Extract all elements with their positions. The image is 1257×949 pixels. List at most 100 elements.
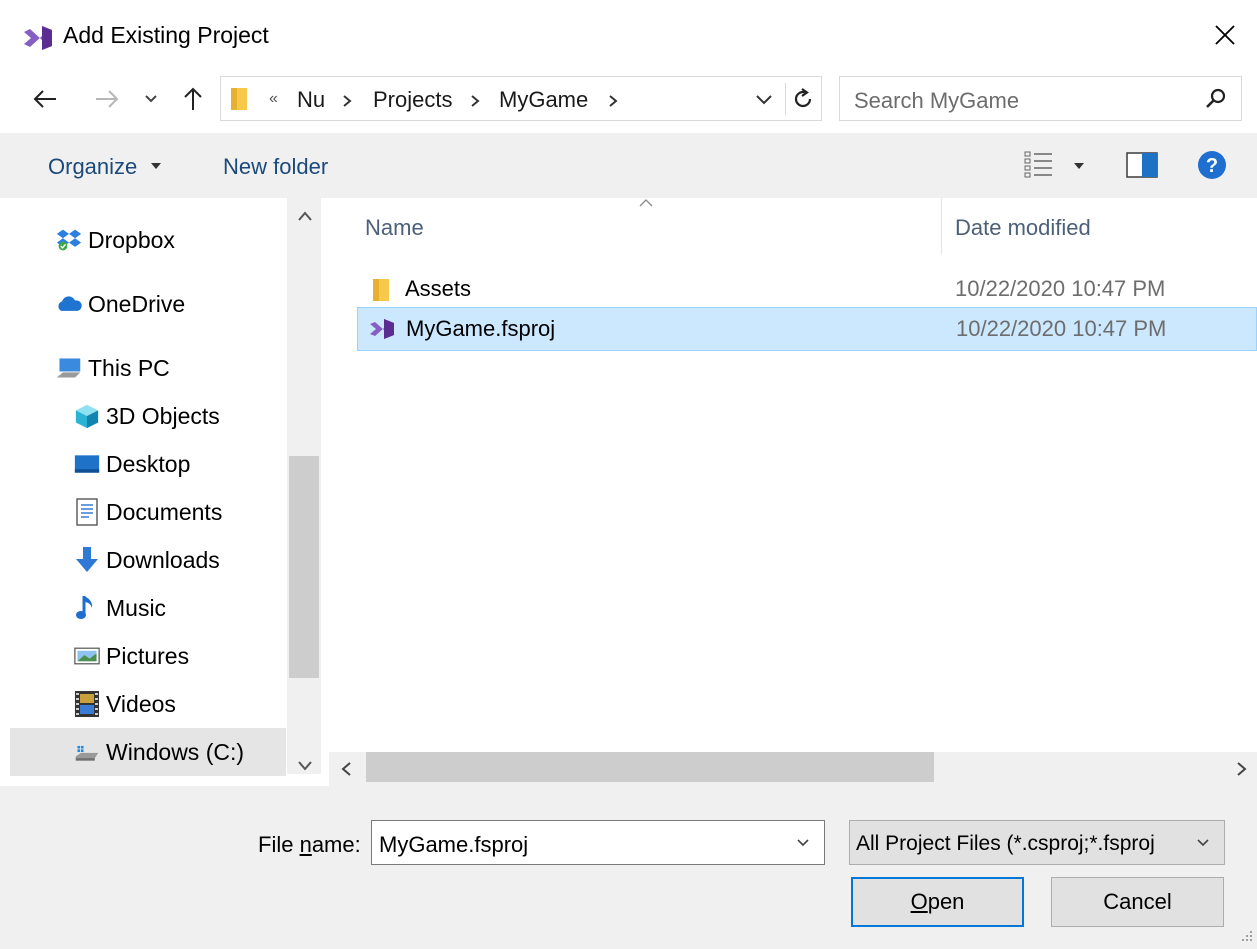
nav-label: OneDrive bbox=[88, 290, 186, 317]
file-name-label-text: File bbox=[258, 832, 300, 857]
nav-label: Dropbox bbox=[88, 226, 175, 253]
visual-studio-logo-icon bbox=[24, 26, 52, 50]
nav-item-this-pc[interactable]: This PC bbox=[56, 344, 170, 392]
visual-studio-project-icon bbox=[358, 318, 406, 340]
file-list-header bbox=[329, 198, 1257, 258]
file-date: 10/22/2020 10:47 PM bbox=[956, 316, 1167, 341]
forward-arrow-icon bbox=[96, 90, 119, 108]
organize-menu[interactable]: Organize bbox=[48, 154, 137, 180]
search-icon[interactable] bbox=[1204, 87, 1228, 111]
column-header-date-modified[interactable]: Date modified bbox=[955, 215, 1091, 241]
folder-icon bbox=[231, 88, 247, 110]
chevron-down-icon bbox=[1197, 839, 1209, 847]
new-folder-button[interactable]: New folder bbox=[223, 154, 328, 180]
scroll-down-icon[interactable] bbox=[297, 760, 313, 772]
music-icon bbox=[74, 595, 100, 621]
file-name-value: MyGame.fsproj bbox=[379, 832, 529, 857]
breadcrumb-nu[interactable]: Nu bbox=[297, 87, 325, 113]
breadcrumb-separator-icon bbox=[609, 95, 618, 107]
column-header-name[interactable]: Name bbox=[365, 215, 424, 241]
nav-label: Documents bbox=[106, 498, 223, 525]
chevron-down-icon[interactable] bbox=[796, 838, 810, 848]
scroll-right-icon[interactable] bbox=[1236, 761, 1248, 777]
nav-label: Pictures bbox=[106, 642, 190, 669]
cancel-label: Cancel bbox=[1103, 889, 1172, 914]
desktop-icon bbox=[74, 451, 100, 477]
nav-label: Desktop bbox=[106, 450, 191, 477]
file-name-field[interactable]: MyGame.fsproj bbox=[371, 820, 825, 865]
dropbox-icon bbox=[56, 227, 82, 253]
onedrive-icon bbox=[56, 291, 82, 317]
nav-item-music[interactable]: Music bbox=[74, 584, 166, 632]
nav-item-documents[interactable]: Documents bbox=[74, 488, 222, 536]
drive-icon bbox=[74, 739, 100, 765]
scroll-up-icon[interactable] bbox=[297, 210, 313, 222]
nav-label: Videos bbox=[106, 690, 176, 717]
breadcrumb-separator-icon bbox=[471, 95, 480, 107]
nav-item-windows-c[interactable]: Windows (C:) bbox=[10, 728, 286, 776]
preview-pane-icon[interactable] bbox=[1126, 152, 1158, 178]
nav-item-3d-objects[interactable]: 3D Objects bbox=[74, 392, 220, 440]
address-bar[interactable]: « Nu Projects MyGame bbox=[220, 76, 822, 121]
nav-item-desktop[interactable]: Desktop bbox=[74, 440, 190, 488]
scroll-left-icon[interactable] bbox=[340, 761, 352, 777]
close-icon[interactable] bbox=[1210, 20, 1240, 50]
file-name-label: File name: bbox=[258, 832, 361, 858]
forward-button[interactable] bbox=[92, 82, 122, 116]
organize-dropdown-icon bbox=[151, 163, 161, 169]
pictures-icon bbox=[74, 643, 100, 669]
horizontal-scroll-thumb[interactable] bbox=[366, 752, 934, 782]
documents-icon bbox=[74, 498, 100, 526]
window-title: Add Existing Project bbox=[63, 22, 269, 48]
address-history-dropdown-icon[interactable] bbox=[755, 94, 773, 106]
file-name: MyGame.fsproj bbox=[406, 316, 556, 341]
breadcrumb-separator-icon bbox=[343, 95, 352, 107]
file-name-label-text: ame: bbox=[311, 832, 361, 857]
breadcrumb-overflow[interactable]: « bbox=[269, 90, 278, 108]
3d-objects-icon bbox=[74, 403, 100, 429]
chevron-down-icon bbox=[145, 95, 157, 103]
command-bar bbox=[0, 133, 1257, 198]
change-view-icon[interactable] bbox=[1024, 150, 1054, 178]
file-name-label-mnemonic: n bbox=[299, 832, 312, 857]
file-type-value: All Project Files (*.csproj;*.fsproj bbox=[856, 832, 1155, 855]
downloads-icon bbox=[74, 547, 100, 573]
videos-icon bbox=[74, 691, 100, 717]
nav-item-downloads[interactable]: Downloads bbox=[74, 536, 220, 584]
open-mnemonic: O bbox=[910, 889, 928, 914]
open-label: pen bbox=[927, 889, 965, 914]
cancel-button[interactable]: Cancel bbox=[1051, 877, 1224, 927]
nav-label: Windows (C:) bbox=[106, 738, 245, 765]
help-icon[interactable]: ? bbox=[1197, 150, 1227, 180]
nav-item-onedrive[interactable]: OneDrive bbox=[56, 280, 185, 328]
back-button[interactable] bbox=[30, 82, 60, 116]
view-dropdown-icon[interactable] bbox=[1074, 163, 1084, 169]
nav-label: Downloads bbox=[106, 546, 220, 573]
sort-ascending-icon bbox=[639, 199, 653, 207]
this-pc-icon bbox=[56, 355, 82, 381]
nav-item-dropbox[interactable]: Dropbox bbox=[56, 216, 175, 264]
nav-item-pictures[interactable]: Pictures bbox=[74, 632, 189, 680]
back-arrow-icon bbox=[33, 90, 56, 108]
navigation-scroll-thumb[interactable] bbox=[289, 456, 319, 678]
file-row-mygame-fsproj[interactable]: MyGame.fsproj 10/22/2020 10:47 PM bbox=[357, 307, 1257, 351]
nav-label: This PC bbox=[88, 354, 170, 381]
up-button[interactable] bbox=[178, 82, 208, 116]
recent-locations-button[interactable] bbox=[140, 82, 162, 116]
nav-item-videos[interactable]: Videos bbox=[74, 680, 176, 728]
resize-grip-icon[interactable] bbox=[1238, 929, 1254, 945]
svg-text:?: ? bbox=[1206, 155, 1218, 177]
file-type-select[interactable]: All Project Files (*.csproj;*.fsproj bbox=[849, 820, 1225, 865]
up-arrow-icon bbox=[184, 87, 202, 110]
breadcrumb-mygame[interactable]: MyGame bbox=[499, 87, 588, 113]
address-divider bbox=[785, 83, 786, 115]
file-row-assets[interactable]: Assets 10/22/2020 10:47 PM bbox=[357, 267, 1257, 311]
open-button[interactable]: Open bbox=[851, 877, 1024, 927]
search-box[interactable]: Search MyGame bbox=[839, 76, 1242, 121]
folder-icon bbox=[357, 276, 405, 302]
search-placeholder: Search MyGame bbox=[854, 88, 1020, 113]
refresh-icon[interactable] bbox=[791, 87, 815, 111]
file-date: 10/22/2020 10:47 PM bbox=[955, 276, 1166, 301]
breadcrumb-projects[interactable]: Projects bbox=[373, 87, 452, 113]
column-divider[interactable] bbox=[941, 198, 942, 254]
